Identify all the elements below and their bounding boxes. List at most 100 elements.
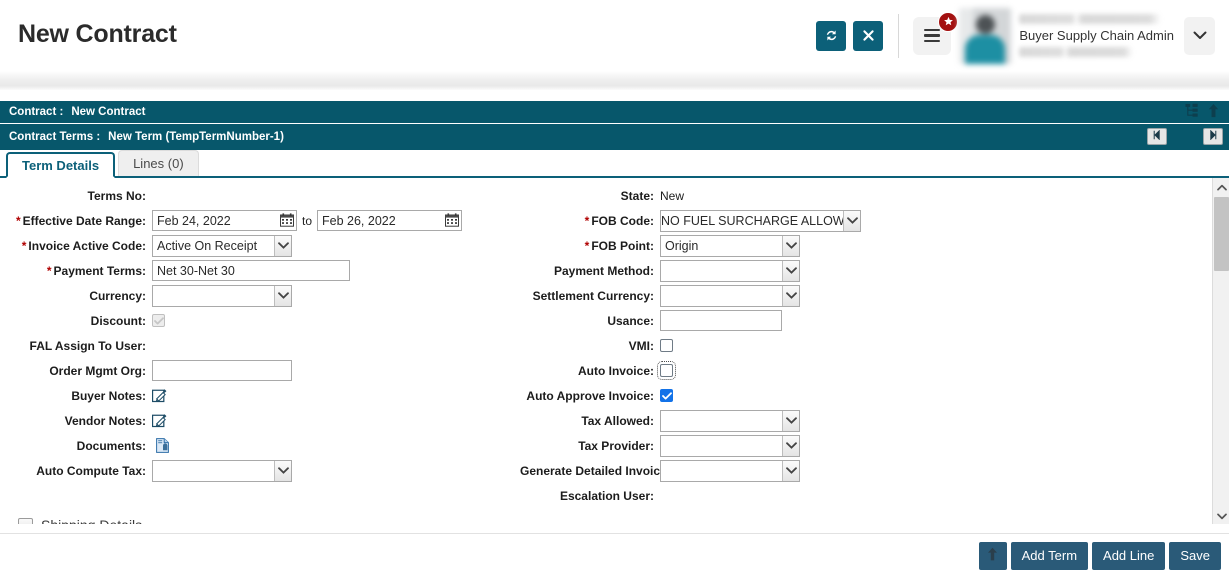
terms-next-button[interactable]: [1203, 128, 1223, 145]
document-icon[interactable]: [156, 438, 169, 453]
payment-terms-input[interactable]: Net 30-Net 30: [152, 260, 350, 281]
scroll-to-top-button[interactable]: [978, 541, 1007, 570]
order-mgmt-org-input[interactable]: [152, 360, 292, 381]
fob-point-value: Origin: [665, 238, 699, 253]
required-marker-3: *: [46, 263, 52, 278]
label-fob-code: * FOB Code:: [520, 214, 660, 228]
nav-prev-icon: [1153, 129, 1161, 143]
header-spacer: [0, 91, 1229, 101]
save-button[interactable]: Save: [1169, 541, 1221, 570]
label-vendor-notes: Vendor Notes:: [64, 413, 146, 428]
scrollbar-thumb[interactable]: [1214, 197, 1229, 271]
label-currency: Currency:: [89, 288, 146, 303]
field-discount: Discount:: [0, 309, 520, 332]
auto-compute-tax-select[interactable]: [152, 459, 292, 482]
invoice-active-code-select[interactable]: Active On Receipt: [152, 234, 292, 257]
add-term-button[interactable]: Add Term: [1010, 541, 1089, 570]
vmi-checkbox[interactable]: [660, 339, 673, 352]
auto-invoice-checkbox[interactable]: [657, 361, 676, 380]
arrow-up-icon[interactable]: [1207, 103, 1220, 118]
field-auto-compute-tax: Auto Compute Tax:: [0, 459, 520, 482]
label-auto-approve-invoice: Auto Approve Invoice:: [526, 388, 654, 403]
currency-select[interactable]: [152, 284, 292, 307]
generate-detailed-invoice-select[interactable]: [660, 459, 800, 482]
label-state: State:: [620, 188, 654, 203]
user-info-block: Buyer Supply Chain Admin: [1019, 8, 1174, 64]
tab-lines[interactable]: Lines (0): [118, 150, 199, 176]
fob-code-select[interactable]: NO FUEL SURCHARGE ALLOWED: [660, 209, 861, 232]
field-fob-code: * FOB Code: NO FUEL SURCHARGE ALLOWED: [520, 209, 1180, 232]
chevron-down-icon: [843, 210, 860, 231]
arrow-up-icon: [987, 547, 998, 564]
field-vmi: VMI:: [520, 334, 1180, 357]
tab-term-details[interactable]: Term Details: [6, 152, 116, 178]
pencil-edit-icon[interactable]: [152, 388, 167, 403]
nav-next-icon: [1209, 129, 1217, 143]
auto-approve-invoice-checkbox[interactable]: [660, 389, 673, 402]
calendar-icon[interactable]: [280, 213, 294, 230]
avatar-body: [965, 34, 1006, 64]
label-invoice-active-code-text: Invoice Active Code:: [28, 238, 146, 253]
add-line-button[interactable]: Add Line: [1092, 541, 1166, 570]
shipping-details-toggle[interactable]: [18, 517, 33, 524]
close-button[interactable]: [853, 20, 884, 51]
user-name-redacted-top: [1019, 14, 1162, 24]
refresh-sync-button[interactable]: [816, 20, 847, 51]
chevron-down-icon: [274, 235, 291, 256]
form-vertical-scrollbar[interactable]: [1212, 178, 1229, 524]
page-title: New Contract: [18, 20, 177, 48]
field-documents: Documents:: [0, 434, 520, 457]
value-state: New: [660, 188, 685, 203]
tax-allowed-select[interactable]: [660, 409, 800, 432]
header-gradient-strip: [0, 71, 1229, 91]
tax-provider-select[interactable]: [660, 434, 800, 457]
label-auto-invoice: Auto Invoice:: [577, 363, 654, 378]
chevron-down-icon: [274, 460, 291, 481]
label-escalation-user: Escalation User:: [559, 488, 654, 503]
chevron-down-icon: [782, 410, 799, 431]
discount-checkbox: [152, 314, 165, 327]
user-menu-button[interactable]: [1184, 16, 1215, 55]
usance-input[interactable]: [660, 310, 782, 331]
form-columns: Terms No: * Effective Date Range: Feb 24,…: [0, 178, 1229, 509]
label-usance: Usance:: [607, 313, 654, 328]
chevron-down-icon: [782, 260, 799, 281]
field-fob-point: * FOB Point: Origin: [520, 234, 1180, 257]
scroll-down-button[interactable]: [1213, 507, 1229, 524]
scroll-down-icon: [1216, 509, 1227, 523]
terms-bar-value: New Term (TempTermNumber-1): [108, 131, 284, 143]
terms-bar-label: Contract Terms :: [9, 131, 101, 143]
user-name-redacted-bottom: [1019, 47, 1134, 57]
footer-action-bar: Add Term Add Line Save: [0, 533, 1229, 577]
scroll-up-button[interactable]: [1213, 178, 1229, 195]
effective-date-from-input[interactable]: Feb 24, 2022: [152, 210, 297, 231]
terms-prev-button[interactable]: [1147, 128, 1167, 145]
payment-method-select[interactable]: [660, 259, 800, 282]
field-state: State: New: [520, 184, 1180, 207]
hamburger-menu-icon: [924, 28, 941, 32]
fob-code-value: NO FUEL SURCHARGE ALLOWED: [661, 213, 843, 228]
pencil-edit-icon-2[interactable]: [152, 413, 167, 428]
org-hierarchy-icon[interactable]: [1185, 103, 1200, 118]
header-divider: [898, 13, 900, 58]
field-generate-detailed-invoice: Generate Detailed Invoice:: [520, 459, 1180, 482]
refresh-sync-icon: [824, 28, 839, 43]
label-tax-provider: Tax Provider:: [578, 438, 654, 453]
chevron-down-icon: [274, 285, 291, 306]
fob-point-select[interactable]: Origin: [660, 234, 800, 257]
user-role-label: Buyer Supply Chain Admin: [1019, 28, 1174, 43]
chevron-down-icon: [782, 435, 799, 456]
field-fal-assign-to-user: FAL Assign To User:: [0, 334, 520, 357]
label-vmi: VMI:: [628, 338, 654, 353]
field-payment-method: Payment Method:: [520, 259, 1180, 282]
calendar-icon-2[interactable]: [445, 213, 460, 230]
effective-date-to-input[interactable]: Feb 26, 2022: [317, 210, 463, 231]
label-tax-allowed: Tax Allowed:: [581, 413, 654, 428]
label-effective-date-range: * Effective Date Range:: [0, 214, 152, 228]
chevron-down-icon: [782, 235, 799, 256]
settlement-currency-select[interactable]: [660, 284, 800, 307]
label-generate-detailed-invoice: Generate Detailed Invoice:: [520, 463, 671, 478]
label-effective-date-range-text: Effective Date Range:: [22, 213, 146, 228]
shipping-details-title: Shipping Details: [35, 517, 148, 524]
field-escalation-user: Escalation User:: [520, 484, 1180, 507]
